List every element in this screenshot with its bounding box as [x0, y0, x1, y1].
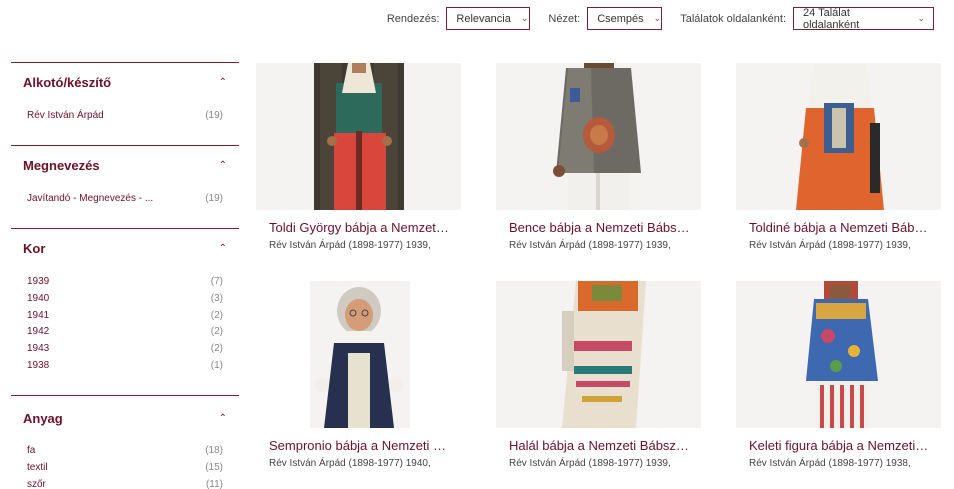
facet-item-label: 1939	[27, 276, 50, 287]
result-card[interactable]: Sempronio bábja a Nemzeti Bábszínház Rév…	[256, 281, 461, 469]
facet-item-count: (7)	[210, 276, 223, 287]
facet-item[interactable]: Javítandó - Megnevezés - ... (19)	[27, 191, 223, 208]
result-title[interactable]: Sempronio bábja a Nemzeti Bábszínház	[256, 438, 461, 453]
facet-item-count: (19)	[205, 193, 223, 204]
sort-select-value: Relevancia	[456, 12, 511, 25]
result-title[interactable]: Toldiné bábja a Nemzeti Bábszínház	[736, 220, 941, 235]
per-page-select[interactable]: 24 Találat oldalanként ⌄	[793, 6, 934, 31]
result-card[interactable]: Toldi György bábja a Nemzeti Bábszínház …	[256, 63, 461, 251]
result-meta: Rév István Árpád (1898-1977) 1939,	[269, 240, 431, 251]
puppet-image	[310, 281, 410, 428]
facet-item-count: (1)	[210, 359, 223, 371]
facet-item-label: 1942	[27, 326, 50, 338]
chevron-up-icon[interactable]: ⌃	[219, 243, 227, 254]
facet-item-label: 1943	[27, 343, 50, 355]
facet-item-count: (18)	[205, 445, 223, 456]
chevron-down-icon: ⌄	[520, 13, 529, 23]
result-card[interactable]: Halál bábja a Nemzeti Bábszínház Rév Ist…	[496, 281, 701, 469]
facet-item-count: (2)	[210, 326, 223, 338]
facet-item-count: (19)	[205, 110, 223, 121]
facet-item[interactable]: 1938 (1)	[27, 358, 223, 375]
result-title[interactable]: Toldi György bábja a Nemzeti Bábszínház	[256, 220, 461, 235]
puppet-image	[562, 281, 646, 428]
view-select-value: Csempés	[597, 12, 644, 25]
facet-creator: Alkotó/készítő ⌃ Rév István Árpád (19)	[11, 62, 239, 145]
result-meta: Rév István Árpád (1898-1977) 1939,	[749, 240, 911, 251]
facet-item-count: (3)	[210, 292, 223, 304]
result-title[interactable]: Bence bábja a Nemzeti Bábszínház	[496, 220, 701, 235]
result-card[interactable]: Keleti figura bábja a Nemzeti Bábszínház…	[736, 281, 941, 469]
result-meta: Rév István Árpád (1898-1977) 1940,	[269, 458, 431, 469]
result-thumbnail[interactable]	[256, 281, 461, 428]
result-thumbnail[interactable]	[736, 63, 941, 210]
facet-item-label: 1941	[27, 309, 50, 321]
facet-item[interactable]: 1939 (7)	[27, 274, 223, 291]
facet-period: Kor ⌃ 1939 (7) 1940 (3) 1941 (2) 1942 (2) 19…	[11, 228, 239, 395]
facet-header[interactable]: Megnevezés ⌃	[11, 146, 239, 184]
facet-header[interactable]: Kor ⌃	[11, 229, 239, 267]
facet-item-label: fa	[27, 445, 36, 456]
puppet-image	[314, 63, 404, 210]
result-title[interactable]: Keleti figura bábja a Nemzeti Bábszínház	[736, 438, 941, 453]
puppet-image	[806, 281, 878, 428]
result-thumbnail[interactable]	[256, 63, 461, 210]
facet-name-type: Megnevezés ⌃ Javítandó - Megnevezés - ..…	[11, 145, 239, 228]
facet-title: Anyag	[23, 410, 63, 426]
facet-item-label: Rév István Árpád	[27, 110, 104, 121]
facet-item-count: (15)	[205, 461, 223, 473]
facet-title: Megnevezés	[23, 157, 100, 173]
facet-title: Kor	[23, 240, 46, 256]
result-thumbnail[interactable]	[496, 63, 701, 210]
results-toolbar: Rendezés: Relevancia ⌄ Nézet: Csempés ⌄ …	[386, 6, 934, 31]
sort-select[interactable]: Relevancia ⌄	[446, 7, 531, 30]
puppet-image	[796, 63, 884, 210]
result-meta: Rév István Árpád (1898-1977) 1939,	[509, 240, 671, 251]
facet-item[interactable]: 1940 (3)	[27, 291, 223, 308]
facet-title: Alkotó/készítő	[23, 74, 112, 90]
sort-label: Rendezés:	[386, 12, 440, 25]
puppet-image	[553, 63, 641, 210]
view-label: Nézet:	[548, 12, 581, 25]
facet-item[interactable]: szőr (11)	[27, 477, 223, 489]
facet-item-label: 1940	[27, 292, 50, 304]
result-card[interactable]: Toldiné bábja a Nemzeti Bábszínház Rév I…	[736, 63, 941, 251]
chevron-down-icon: ⌄	[653, 13, 662, 23]
view-select[interactable]: Csempés ⌄	[587, 7, 663, 30]
facet-header[interactable]: Anyag ⌃	[11, 396, 239, 440]
chevron-up-icon[interactable]: ⌃	[219, 413, 227, 424]
facet-material: Anyag ⌃ fa (18) textil (15) szőr (11)	[11, 395, 239, 489]
chevron-up-icon[interactable]: ⌃	[219, 77, 227, 88]
per-page-select-value: 24 Találat oldalanként	[803, 6, 860, 31]
chevron-up-icon[interactable]: ⌃	[219, 160, 227, 171]
per-page-label: Találatok oldalanként:	[680, 12, 786, 25]
facet-item-label: textil	[27, 461, 48, 473]
result-thumbnail[interactable]	[496, 281, 701, 428]
chevron-down-icon: ⌄	[917, 13, 925, 23]
facet-item-label: szőr	[27, 478, 46, 489]
facet-item[interactable]: Rév István Árpád (19)	[27, 108, 223, 125]
facet-item[interactable]: 1942 (2)	[27, 324, 223, 341]
facet-item-count: (2)	[210, 309, 223, 321]
result-thumbnail[interactable]	[736, 281, 941, 428]
facet-item-count: (2)	[210, 343, 223, 355]
result-meta: Rév István Árpád (1898-1977) 1939,	[509, 458, 671, 469]
facet-item[interactable]: fa (18)	[27, 443, 223, 460]
facet-item[interactable]: 1941 (2)	[27, 308, 223, 325]
facet-item-label: 1938	[27, 359, 50, 371]
result-card[interactable]: Bence bábja a Nemzeti Bábszínház Rév Ist…	[496, 63, 701, 251]
facet-sidebar: Alkotó/készítő ⌃ Rév István Árpád (19) M…	[11, 62, 239, 489]
facet-header[interactable]: Alkotó/készítő ⌃	[11, 63, 239, 101]
facet-item-label: Javítandó - Megnevezés - ...	[27, 193, 154, 204]
facet-item[interactable]: 1943 (2)	[27, 341, 223, 358]
result-title[interactable]: Halál bábja a Nemzeti Bábszínház	[496, 438, 701, 453]
result-meta: Rév István Árpád (1898-1977) 1938,	[749, 458, 911, 469]
facet-item-count: (11)	[205, 478, 223, 489]
facet-item[interactable]: textil (15)	[27, 460, 223, 477]
